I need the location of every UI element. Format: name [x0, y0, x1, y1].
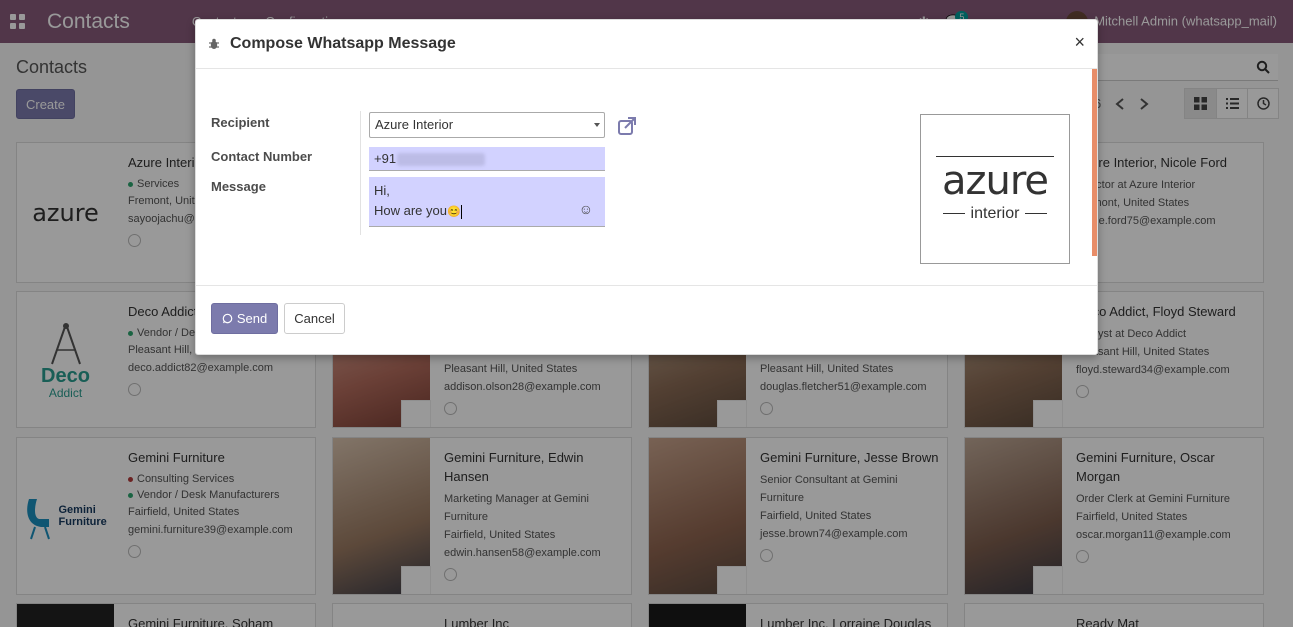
smile-emoji-icon: 😊 — [446, 206, 461, 218]
send-button[interactable]: Send — [211, 303, 278, 334]
message-line-1: Hi, — [374, 183, 390, 198]
message-label: Message — [211, 179, 266, 194]
modal-footer: Send Cancel — [196, 285, 1097, 354]
cancel-button[interactable]: Cancel — [284, 303, 345, 334]
chevron-down-icon — [594, 123, 600, 127]
modal-header: Compose Whatsapp Message × — [196, 20, 1097, 69]
contact-number-field[interactable]: +91 — [369, 147, 605, 171]
scrollbar[interactable] — [1092, 69, 1097, 256]
close-icon[interactable]: × — [1074, 32, 1085, 53]
external-link-icon[interactable] — [617, 116, 637, 136]
message-textarea[interactable]: Hi, How are you😊 ☺ — [369, 177, 605, 227]
modal-title: Compose Whatsapp Message — [230, 35, 456, 52]
avatar-logo-word: azure — [941, 157, 1049, 204]
form-divider — [360, 111, 361, 235]
avatar-logo-sub: interior — [942, 204, 1048, 223]
message-line-2: How are you — [374, 203, 447, 218]
recipient-avatar: azure interior — [920, 114, 1070, 264]
avatar-logo-subtext: interior — [970, 204, 1020, 222]
compose-whatsapp-dialog: Compose Whatsapp Message × Recipient Con… — [195, 19, 1098, 355]
bug-icon — [209, 38, 219, 49]
whatsapp-icon — [222, 313, 233, 324]
recipient-value: Azure Interior — [375, 117, 454, 132]
modal-body: Recipient Contact Number Message Azure I… — [196, 69, 1097, 286]
send-label: Send — [236, 311, 268, 326]
emoji-picker-icon[interactable]: ☺ — [579, 199, 593, 219]
phone-prefix: +91 — [374, 151, 397, 166]
phone-number-redacted — [397, 153, 486, 167]
contact-number-label: Contact Number — [211, 149, 313, 164]
recipient-select[interactable]: Azure Interior — [369, 112, 605, 138]
recipient-label: Recipient — [211, 115, 270, 130]
text-cursor — [460, 204, 462, 219]
